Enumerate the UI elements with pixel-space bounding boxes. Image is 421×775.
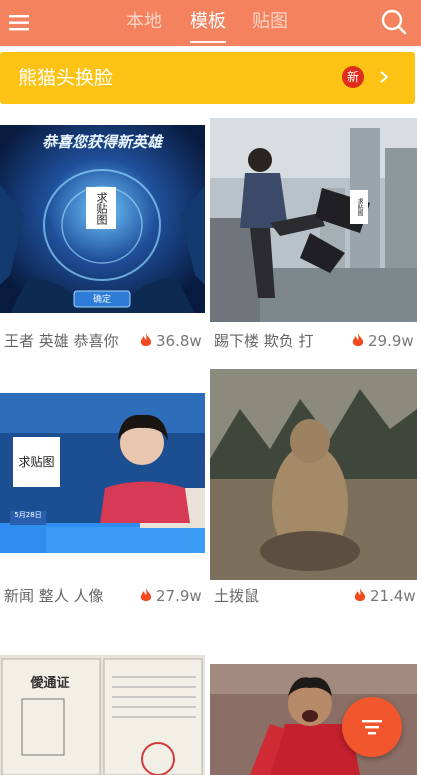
- template-caption: 踢下楼 欺负 打: [214, 332, 314, 350]
- filter-fab[interactable]: [342, 697, 402, 757]
- news-date-label: 5月28日: [14, 511, 42, 519]
- view-count: 27.9w: [140, 586, 202, 606]
- tab-stickers[interactable]: 贴图: [252, 10, 288, 34]
- active-tab-indicator: [190, 41, 226, 43]
- top-bar: 本地 模板 贴图: [0, 0, 421, 46]
- template-caption: 土拨鼠: [214, 587, 260, 605]
- view-count-value: 21.4w: [370, 587, 416, 605]
- search-icon[interactable]: [379, 7, 409, 37]
- template-caption: 新闻 整人 人像: [4, 587, 104, 605]
- view-count-value: 29.9w: [368, 332, 414, 350]
- sticker-placeholder-label: 求贴图: [350, 190, 368, 224]
- view-count-value: 36.8w: [156, 332, 202, 350]
- hero-image-title: 恭喜您获得新英雄: [41, 133, 162, 151]
- template-thumbnail-marmot[interactable]: [210, 369, 417, 580]
- template-caption: 王者 英雄 恭喜你: [4, 332, 119, 350]
- flame-icon: [140, 588, 152, 601]
- menu-icon[interactable]: [6, 9, 34, 37]
- certificate-title: 僾通证: [30, 676, 70, 691]
- flame-icon: [352, 333, 364, 346]
- chevron-right-icon: [380, 71, 389, 83]
- tab-templates[interactable]: 模板: [190, 10, 226, 34]
- sticker-placeholder-label: 求贴图: [13, 437, 60, 487]
- filter-icon: [362, 720, 382, 735]
- view-count: 29.9w: [352, 331, 414, 351]
- new-badge: 新: [342, 66, 364, 88]
- flame-icon: [140, 333, 152, 346]
- hero-confirm-label: 确定: [92, 295, 111, 305]
- view-count: 36.8w: [140, 331, 202, 351]
- tab-local[interactable]: 本地: [126, 10, 162, 34]
- view-count: 21.4w: [354, 586, 416, 606]
- template-thumbnail-kick[interactable]: [210, 118, 417, 322]
- sticker-placeholder-label: 求贴图: [86, 187, 116, 229]
- flame-icon: [354, 588, 366, 601]
- view-count-value: 27.9w: [156, 587, 202, 605]
- banner-title: 熊猫头换脸: [18, 67, 114, 89]
